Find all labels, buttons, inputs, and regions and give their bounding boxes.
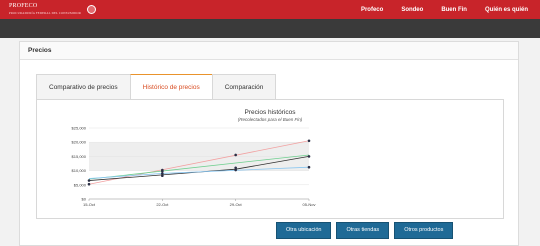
top-navigation-bar: PROFECO PROCURADURÍA FEDERAL DEL CONSUMI… bbox=[0, 0, 540, 19]
data-point bbox=[161, 172, 164, 175]
data-point bbox=[234, 168, 237, 172]
main-nav: Profeco Sondeo Buen Fin Quién es quién bbox=[361, 0, 528, 19]
y-tick-label: $20,000 bbox=[72, 140, 87, 145]
y-tick-label: $0 bbox=[82, 197, 87, 202]
tab-content: Precios históricos (Recolectados para el… bbox=[36, 99, 504, 219]
tab-bar: Comparativo de precios Histórico de prec… bbox=[36, 74, 277, 99]
y-tick-label: $25,000 bbox=[72, 126, 87, 131]
logo-text: PROFECO bbox=[9, 3, 38, 9]
action-buttons: Otra ubicación Otras tiendas Otros produ… bbox=[276, 222, 454, 239]
secondary-bar bbox=[0, 19, 540, 38]
tab-comparacion[interactable]: Comparación bbox=[211, 74, 277, 99]
x-tick-label: 22-Oct bbox=[156, 202, 169, 207]
nav-link-buen-fin[interactable]: Buen Fin bbox=[441, 7, 467, 13]
y-tick-label: $5,000 bbox=[74, 182, 87, 187]
other-location-button[interactable]: Otra ubicación bbox=[276, 222, 332, 239]
data-point bbox=[87, 179, 91, 182]
data-point bbox=[87, 182, 91, 186]
other-stores-button[interactable]: Otras tiendas bbox=[336, 222, 390, 239]
y-tick-label: $10,000 bbox=[72, 168, 87, 173]
logo-wordmark: PROFECO PROCURADURÍA FEDERAL DEL CONSUMI… bbox=[9, 3, 81, 16]
nav-link-profeco[interactable]: Profeco bbox=[361, 7, 383, 13]
tab-historico-de-precios[interactable]: Histórico de precios bbox=[129, 74, 213, 99]
tab-comparativo-de-precios[interactable]: Comparativo de precios bbox=[36, 74, 131, 99]
x-tick-label: 29-Oct bbox=[230, 202, 243, 207]
data-point bbox=[234, 166, 237, 170]
nav-link-sondeo[interactable]: Sondeo bbox=[401, 7, 423, 13]
data-point bbox=[307, 139, 311, 143]
data-point bbox=[161, 168, 164, 172]
panel-title: Precios bbox=[20, 42, 518, 60]
nav-link-quien-es-quien[interactable]: Quién es quién bbox=[485, 7, 528, 13]
x-tick-label: 05-Nov bbox=[303, 202, 316, 207]
data-point bbox=[307, 155, 311, 158]
profeco-logo[interactable]: PROFECO PROCURADURÍA FEDERAL DEL CONSUMI… bbox=[9, 2, 97, 17]
data-point bbox=[307, 165, 311, 169]
y-tick-label: $15,000 bbox=[72, 154, 87, 159]
prices-panel: Precios Comparativo de precios Histórico… bbox=[19, 41, 519, 246]
x-tick-label: 15-Oct bbox=[83, 202, 96, 207]
data-point bbox=[161, 174, 164, 178]
logo-subtext: PROCURADURÍA FEDERAL DEL CONSUMIDOR bbox=[9, 11, 82, 15]
other-products-button[interactable]: Otros productos bbox=[394, 222, 454, 239]
data-point bbox=[234, 153, 237, 157]
price-history-chart: $0 $5,000 $10,000 $15,000 $20,000 $25,000 15-O… bbox=[72, 126, 316, 208]
seal-icon bbox=[87, 5, 97, 14]
